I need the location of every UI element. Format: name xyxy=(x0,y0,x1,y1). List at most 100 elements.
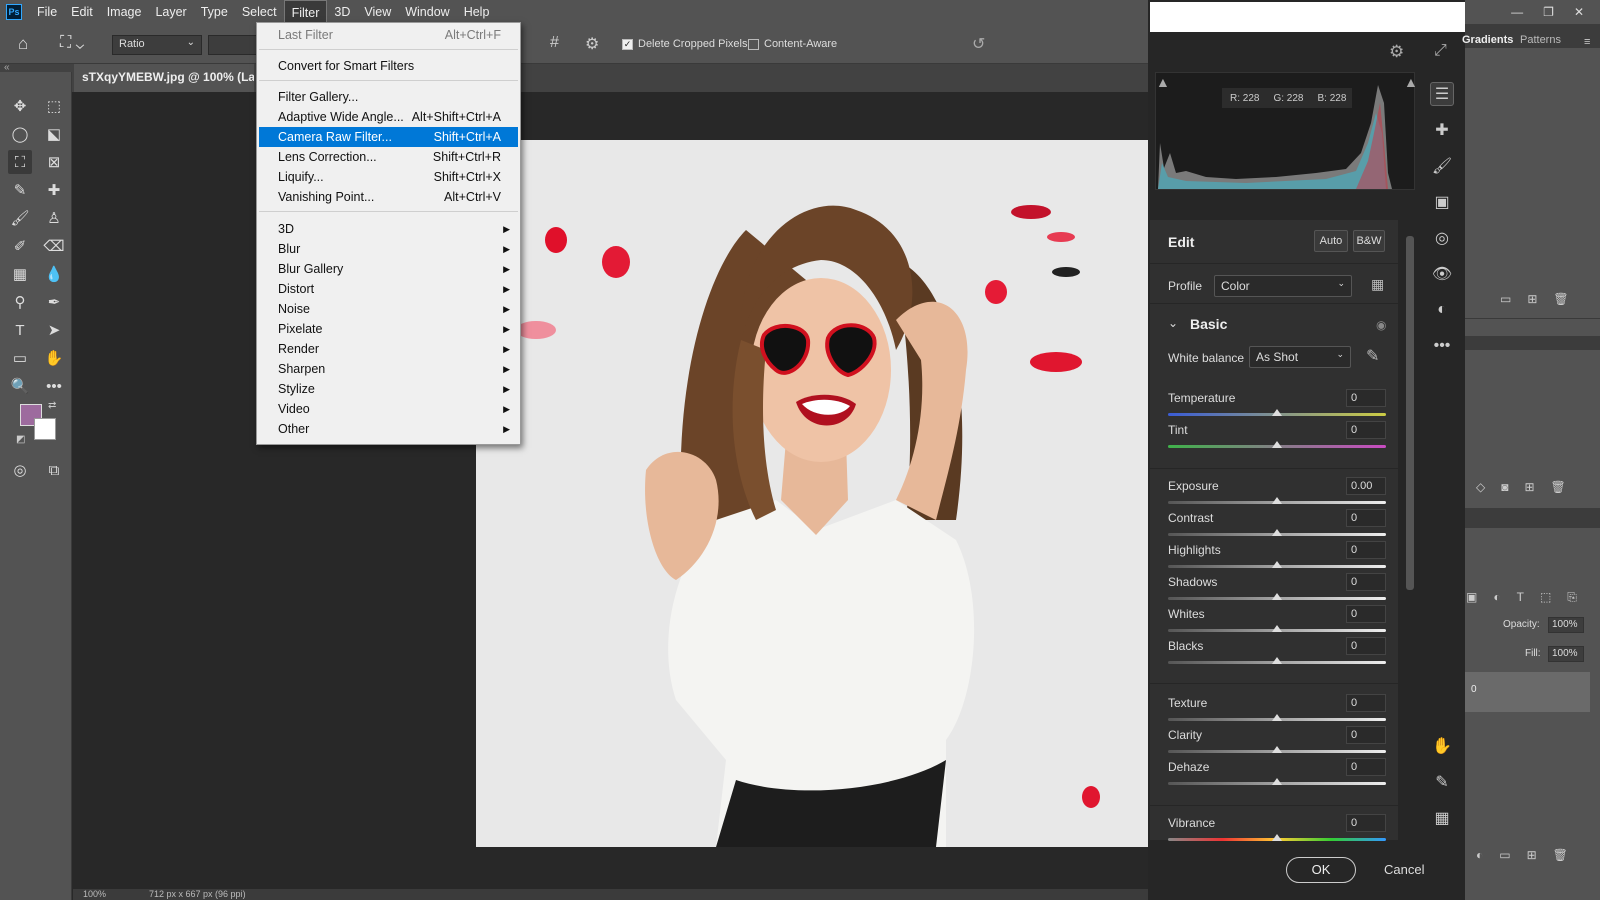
smart-object-filter-icon[interactable]: ⎘ xyxy=(1567,590,1577,605)
gear-icon[interactable]: ⚙ xyxy=(1389,42,1404,62)
hand-tool-icon[interactable]: ✋ xyxy=(42,346,66,370)
slider-value-input[interactable]: 0 xyxy=(1346,637,1386,655)
menu-item-vanishing-point[interactable]: Vanishing Point... Alt+Ctrl+V xyxy=(259,187,518,207)
scrollbar-thumb[interactable] xyxy=(1406,236,1414,590)
eraser-tool-icon[interactable]: ⌫ xyxy=(42,234,66,258)
move-tool-icon[interactable]: ✥ xyxy=(8,94,32,118)
slider-handle[interactable] xyxy=(1272,778,1282,785)
menu-item-3d[interactable]: 3D ▶ xyxy=(259,219,518,239)
screen-mode-icon[interactable]: ⧉ xyxy=(42,458,66,482)
menu-file[interactable]: File xyxy=(30,0,64,24)
white-balance-dropdown[interactable]: As Shot ⌄ xyxy=(1249,346,1351,368)
vibrance-slider[interactable]: Vibrance 0 xyxy=(1168,814,1386,852)
marquee-tool-icon[interactable]: ⬚ xyxy=(42,94,66,118)
menu-select[interactable]: Select xyxy=(235,0,284,24)
healing-icon[interactable]: ✚ xyxy=(1430,118,1454,142)
menu-item-noise[interactable]: Noise ▶ xyxy=(259,299,518,319)
more-options-icon[interactable]: ••• xyxy=(1430,334,1454,358)
slider-value-input[interactable]: 0 xyxy=(1346,605,1386,623)
layer-row[interactable]: 0 xyxy=(1465,672,1590,712)
blacks-slider[interactable]: Blacks 0 xyxy=(1168,637,1386,675)
type-filter-icon[interactable]: T xyxy=(1517,590,1524,605)
dehaze-slider[interactable]: Dehaze 0 xyxy=(1168,758,1386,796)
menu-item-video[interactable]: Video ▶ xyxy=(259,399,518,419)
menu-3d[interactable]: 3D xyxy=(327,0,357,24)
slider-handle[interactable] xyxy=(1272,561,1282,568)
trash-icon[interactable]: 🗑 xyxy=(1553,292,1568,306)
menu-item-sharpen[interactable]: Sharpen ▶ xyxy=(259,359,518,379)
menu-item-distort[interactable]: Distort ▶ xyxy=(259,279,518,299)
menu-item-filter-gallery[interactable]: Filter Gallery... xyxy=(259,87,518,107)
menu-item-pixelate[interactable]: Pixelate ▶ xyxy=(259,319,518,339)
menu-item-convert-smart-filters[interactable]: Convert for Smart Filters xyxy=(259,56,518,76)
highlight-clipping-icon[interactable]: ▲ xyxy=(1404,74,1418,90)
slider-handle[interactable] xyxy=(1272,834,1282,841)
more-tools-icon[interactable]: ••• xyxy=(42,374,66,398)
zoom-tool-icon[interactable]: 🔍 xyxy=(8,374,32,398)
frame-tool-icon[interactable]: ⊠ xyxy=(42,150,66,174)
crop-tool-icon[interactable]: ⛶ xyxy=(8,150,32,174)
menu-item-adaptive-wide-angle[interactable]: Adaptive Wide Angle... Alt+Shift+Ctrl+A xyxy=(259,107,518,127)
menu-edit[interactable]: Edit xyxy=(64,0,100,24)
edit-scrollbar[interactable] xyxy=(1404,222,1416,838)
content-aware-checkbox[interactable]: Content-Aware xyxy=(748,38,837,50)
brush-tool-icon[interactable]: 🖌 xyxy=(8,206,32,230)
slider-handle[interactable] xyxy=(1272,441,1282,448)
default-colors-icon[interactable]: ◩ xyxy=(16,434,25,445)
adjustment-filter-icon[interactable]: ◐ xyxy=(1493,590,1500,605)
slider-handle[interactable] xyxy=(1272,746,1282,753)
profile-browser-icon[interactable]: ▦ xyxy=(1371,276,1384,293)
minimize-icon[interactable]: — xyxy=(1511,5,1523,19)
background-color-swatch[interactable] xyxy=(34,418,56,440)
slider-value-input[interactable]: 0 xyxy=(1346,758,1386,776)
history-brush-tool-icon[interactable]: ✐ xyxy=(8,234,32,258)
lasso-tool-icon[interactable]: ◯ xyxy=(8,122,32,146)
slider-value-input[interactable]: 0.00 xyxy=(1346,477,1386,495)
menu-view[interactable]: View xyxy=(357,0,398,24)
object-selection-tool-icon[interactable]: ⬕ xyxy=(42,122,66,146)
menu-type[interactable]: Type xyxy=(194,0,235,24)
link-icon[interactable]: ◇ xyxy=(1476,480,1485,494)
slider-value-input[interactable]: 0 xyxy=(1346,814,1386,832)
dodge-tool-icon[interactable]: ⚲ xyxy=(8,290,32,314)
rectangle-tool-icon[interactable]: ▭ xyxy=(8,346,32,370)
path-selection-tool-icon[interactable]: ➤ xyxy=(42,318,66,342)
menu-item-blur[interactable]: Blur ▶ xyxy=(259,239,518,259)
folder-icon[interactable]: ▭ xyxy=(1499,848,1510,862)
slider-value-input[interactable]: 0 xyxy=(1346,573,1386,591)
pen-tool-icon[interactable]: ✒ xyxy=(42,290,66,314)
swap-colors-icon[interactable]: ⇄ xyxy=(48,400,56,411)
slider-value-input[interactable]: 0 xyxy=(1346,389,1386,407)
tab-gradients[interactable]: Gradients xyxy=(1462,34,1513,46)
menu-filter[interactable]: Filter xyxy=(283,0,328,24)
radial-filter-icon[interactable]: ◎ xyxy=(1430,226,1454,250)
presets-icon[interactable]: ◐ xyxy=(1430,298,1454,322)
slider-handle[interactable] xyxy=(1272,714,1282,721)
crop-tool-preset-icon[interactable]: ⛶ ⌄ xyxy=(60,34,84,52)
delete-cropped-pixels-checkbox[interactable]: ✓ Delete Cropped Pixels xyxy=(622,38,747,50)
slider-handle[interactable] xyxy=(1272,625,1282,632)
photoshop-logo-icon[interactable]: Ps xyxy=(6,4,22,20)
trash-icon[interactable]: 🗑 xyxy=(1551,480,1566,494)
type-tool-icon[interactable]: T xyxy=(8,318,32,342)
chevron-down-icon[interactable]: ⌄ xyxy=(1168,316,1178,330)
sampler-icon[interactable]: ✎ xyxy=(1430,770,1454,794)
menu-window[interactable]: Window xyxy=(398,0,456,24)
red-eye-icon[interactable]: 👁 xyxy=(1430,262,1454,286)
menu-item-camera-raw-filter[interactable]: Camera Raw Filter... Shift+Ctrl+A xyxy=(259,127,518,147)
basic-section-title[interactable]: Basic xyxy=(1190,316,1227,332)
menu-item-stylize[interactable]: Stylize ▶ xyxy=(259,379,518,399)
auto-button[interactable]: Auto xyxy=(1314,230,1348,252)
panel-menu-icon[interactable]: ≡ xyxy=(1584,36,1590,48)
shape-filter-icon[interactable]: ⬚ xyxy=(1540,590,1551,605)
adjustment-brush-icon[interactable]: 🖌 xyxy=(1430,154,1454,178)
slider-handle[interactable] xyxy=(1272,497,1282,504)
cancel-button[interactable]: Cancel xyxy=(1384,862,1424,877)
home-icon[interactable]: ⌂ xyxy=(18,34,28,54)
fill-input[interactable]: 100% xyxy=(1548,646,1584,662)
menu-item-last-filter[interactable]: Last Filter Alt+Ctrl+F xyxy=(259,25,518,45)
opacity-input[interactable]: 100% xyxy=(1548,617,1584,633)
graduated-filter-icon[interactable]: ▣ xyxy=(1430,190,1454,214)
menu-item-other[interactable]: Other ▶ xyxy=(259,419,518,439)
menu-item-render[interactable]: Render ▶ xyxy=(259,339,518,359)
